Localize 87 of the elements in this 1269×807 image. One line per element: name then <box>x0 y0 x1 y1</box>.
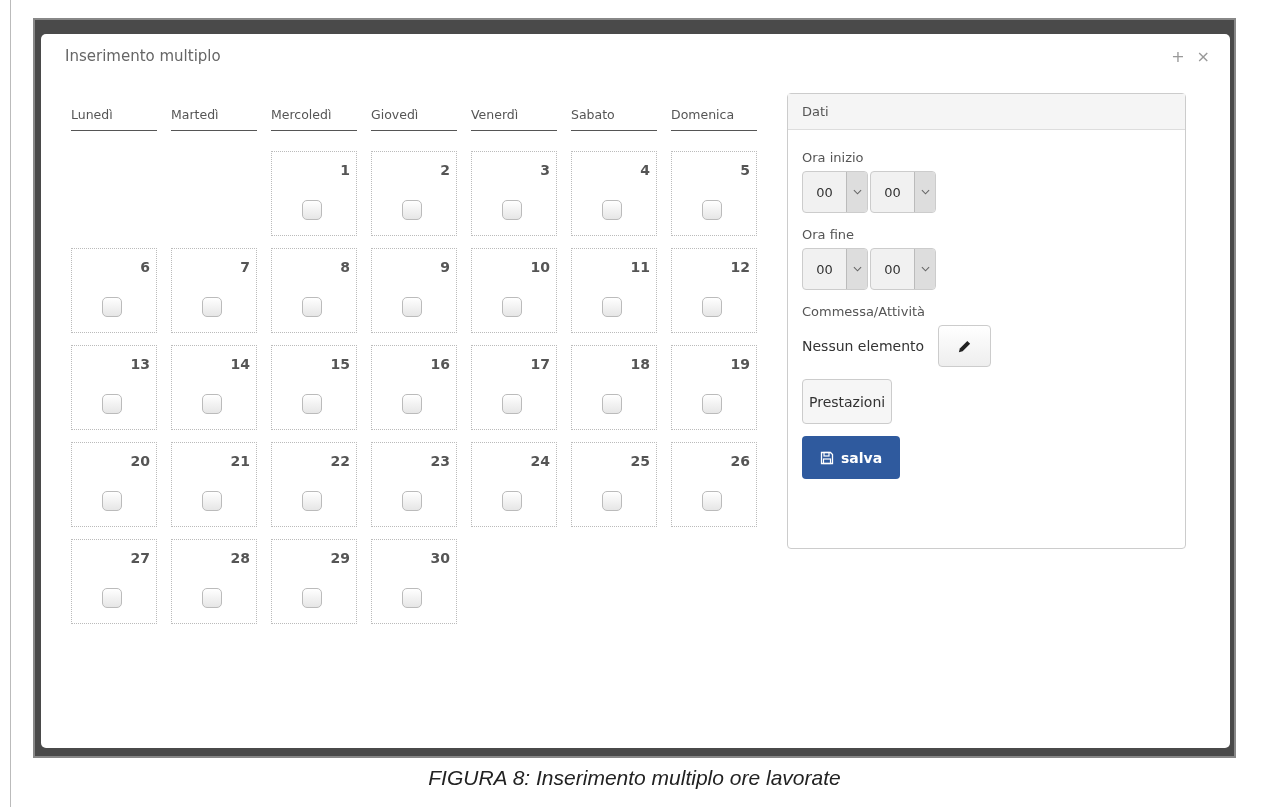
day-checkbox[interactable] <box>102 491 122 511</box>
field-label: Ora inizio <box>802 150 864 165</box>
day-number: 16 <box>430 356 450 372</box>
day-number: 6 <box>140 259 150 275</box>
day-number: 19 <box>730 356 750 372</box>
weekday-header: Venerdì <box>471 93 557 131</box>
day-number: 11 <box>630 259 650 275</box>
day-number: 28 <box>230 550 250 566</box>
pencil-icon <box>957 338 973 354</box>
field-label: Commessa/Attività <box>802 304 926 319</box>
minute-select[interactable]: 00 <box>870 248 936 290</box>
edit-button[interactable] <box>938 325 992 367</box>
day-number: 7 <box>240 259 250 275</box>
weekday-header: Mercoledì <box>271 93 357 131</box>
day-checkbox[interactable] <box>702 491 722 511</box>
weekday-header: Lunedì <box>71 93 157 131</box>
day-number: 22 <box>330 453 350 469</box>
field-label: Ora fine <box>802 227 855 242</box>
services-button[interactable]: Prestazioni <box>802 379 893 424</box>
caret-icon <box>920 266 930 272</box>
day-number: 24 <box>530 453 550 469</box>
weekday-header: Martedì <box>171 93 257 131</box>
day-checkbox[interactable] <box>402 588 422 608</box>
day-checkbox[interactable] <box>202 297 222 317</box>
day-checkbox[interactable] <box>402 200 422 220</box>
weekday-header: Giovedì <box>371 93 457 131</box>
day-checkbox[interactable] <box>602 394 622 414</box>
day-number: 15 <box>330 356 350 372</box>
day-number: 3 <box>540 162 550 178</box>
day-checkbox[interactable] <box>202 588 222 608</box>
day-checkbox[interactable] <box>202 491 222 511</box>
day-number: 30 <box>430 550 450 566</box>
weekday-header: Domenica <box>671 93 757 131</box>
day-number: 18 <box>630 356 650 372</box>
caret-icon <box>852 189 862 195</box>
day-checkbox[interactable] <box>602 491 622 511</box>
day-checkbox[interactable] <box>302 297 322 317</box>
dialog-title: Inserimento multiplo <box>65 47 221 65</box>
day-checkbox[interactable] <box>202 394 222 414</box>
minute-select[interactable]: 00 <box>870 171 936 213</box>
day-checkbox[interactable] <box>102 297 122 317</box>
day-number: 9 <box>440 259 450 275</box>
day-checkbox[interactable] <box>302 588 322 608</box>
day-checkbox[interactable] <box>302 394 322 414</box>
day-checkbox[interactable] <box>502 394 522 414</box>
day-checkbox[interactable] <box>402 491 422 511</box>
day-checkbox[interactable] <box>602 297 622 317</box>
day-number: 1 <box>340 162 350 178</box>
hour-select[interactable]: 00 <box>802 171 868 213</box>
day-checkbox[interactable] <box>102 588 122 608</box>
caret-icon <box>920 189 930 195</box>
day-number: 13 <box>130 356 150 372</box>
day-number: 27 <box>130 550 150 566</box>
day-checkbox[interactable] <box>602 200 622 220</box>
day-number: 12 <box>730 259 750 275</box>
day-number: 8 <box>340 259 350 275</box>
hour-select[interactable]: 00 <box>802 248 868 290</box>
day-number: 5 <box>740 162 750 178</box>
job-value: Nessun elemento <box>802 338 925 354</box>
day-checkbox[interactable] <box>702 297 722 317</box>
day-number: 26 <box>730 453 750 469</box>
save-button[interactable]: salva <box>802 436 901 479</box>
floppy-icon <box>820 450 834 465</box>
day-checkbox[interactable] <box>502 297 522 317</box>
day-checkbox[interactable] <box>302 491 322 511</box>
day-checkbox[interactable] <box>402 394 422 414</box>
day-checkbox[interactable] <box>702 394 722 414</box>
day-number: 2 <box>440 162 450 178</box>
day-number: 10 <box>530 259 550 275</box>
day-checkbox[interactable] <box>302 200 322 220</box>
day-checkbox[interactable] <box>102 394 122 414</box>
figure-caption: FIGURA 8: Inserimento multiplo ore lavorate <box>427 766 842 790</box>
day-checkbox[interactable] <box>702 200 722 220</box>
day-checkbox[interactable] <box>502 491 522 511</box>
day-number: 14 <box>230 356 250 372</box>
day-checkbox[interactable] <box>402 297 422 317</box>
day-number: 20 <box>130 453 150 469</box>
day-number: 29 <box>330 550 350 566</box>
day-number: 4 <box>640 162 650 178</box>
day-checkbox[interactable] <box>502 200 522 220</box>
caret-icon <box>852 266 862 272</box>
panel-header: Dati <box>788 94 1185 130</box>
day-number: 21 <box>230 453 250 469</box>
day-number: 25 <box>630 453 650 469</box>
day-number: 17 <box>530 356 550 372</box>
day-number: 23 <box>430 453 450 469</box>
weekday-header: Sabato <box>571 93 657 131</box>
